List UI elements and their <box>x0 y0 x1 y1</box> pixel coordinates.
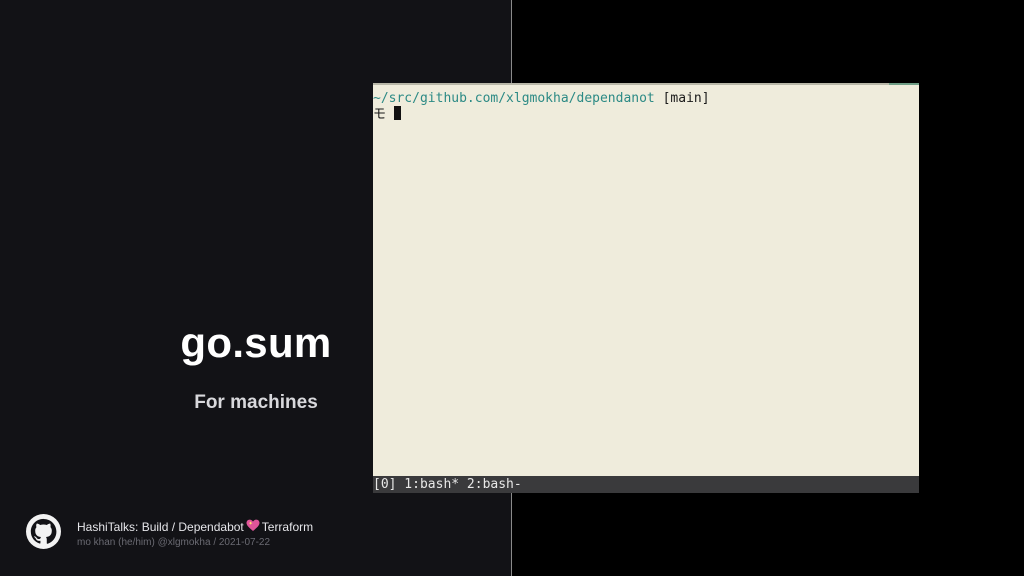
presentation-slide: go.sum For machines ~/src/github.com/xlg… <box>0 0 1024 576</box>
terminal-window[interactable]: ~/src/github.com/xlgmokha/dependanot [ma… <box>373 83 919 493</box>
terminal-top-border <box>373 83 919 85</box>
terminal-top-accent <box>889 83 919 85</box>
footer-meta: mo khan (he/him) @xlgmokha / 2021-07-22 <box>77 537 271 548</box>
sparkling-heart-icon <box>246 519 260 531</box>
terminal-branch: [main] <box>662 91 710 106</box>
tmux-status-text: [0] 1:bash* 2:bash- <box>373 477 522 492</box>
terminal-path: ~/src/github.com/xlgmokha/dependanot <box>373 91 655 106</box>
tmux-status-bar: [0] 1:bash* 2:bash- <box>373 476 919 493</box>
github-icon <box>26 514 61 549</box>
terminal-prompt-path-line: ~/src/github.com/xlgmokha/dependanot [ma… <box>373 90 710 108</box>
footer-talk-title: HashiTalks: Build / Dependabot Terraform <box>77 519 313 535</box>
footer-talk-prefix: HashiTalks: Build / Dependabot <box>77 520 244 534</box>
slide-subtitle: For machines <box>194 392 318 413</box>
terminal-input-line[interactable]: モ <box>373 106 402 124</box>
terminal-prompt-char: モ <box>373 107 387 122</box>
terminal-cursor <box>394 106 402 120</box>
footer-talk-suffix: Terraform <box>261 520 314 534</box>
slide-title: go.sum <box>180 319 332 366</box>
